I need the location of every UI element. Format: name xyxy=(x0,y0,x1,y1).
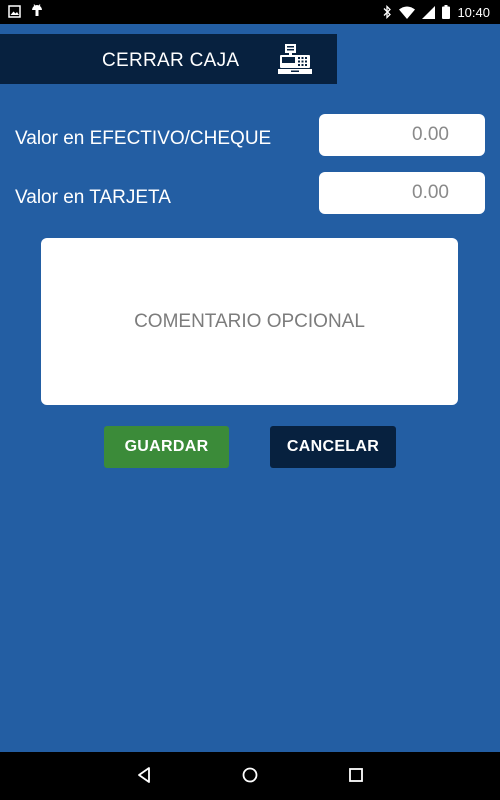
home-icon[interactable] xyxy=(241,766,259,789)
navigation-bar xyxy=(0,752,500,800)
card-amount-value: 0.00 xyxy=(412,182,449,203)
comment-textarea[interactable]: COMENTARIO OPCIONAL xyxy=(41,238,458,405)
cash-amount-value: 0.00 xyxy=(412,124,449,145)
android-icon xyxy=(31,4,43,18)
cash-register-icon xyxy=(276,43,312,80)
back-icon[interactable] xyxy=(136,766,152,789)
battery-icon xyxy=(442,5,451,19)
card-amount-input[interactable]: 0.00 xyxy=(319,172,485,214)
cash-amount-input[interactable]: 0.00 xyxy=(319,114,485,156)
page-title: CERRAR CAJA xyxy=(102,50,240,71)
cash-label: Valor en EFECTIVO/CHEQUE xyxy=(15,128,272,149)
status-time: 10:40 xyxy=(457,4,490,20)
cancel-button-label: CANCELAR xyxy=(286,438,380,455)
wifi-icon xyxy=(399,6,416,19)
cancel-button[interactable]: CANCELAR xyxy=(270,426,396,468)
status-bar: 10:40 xyxy=(0,0,500,24)
image-icon xyxy=(8,4,21,18)
card-label: Valor en TARJETA xyxy=(15,187,171,208)
save-button[interactable]: GUARDAR xyxy=(104,426,229,468)
recents-icon[interactable] xyxy=(348,766,364,789)
bluetooth-icon xyxy=(382,5,392,19)
save-button-label: GUARDAR xyxy=(124,438,209,455)
cell-signal-icon xyxy=(422,5,436,19)
comment-placeholder: COMENTARIO OPCIONAL xyxy=(134,310,365,332)
